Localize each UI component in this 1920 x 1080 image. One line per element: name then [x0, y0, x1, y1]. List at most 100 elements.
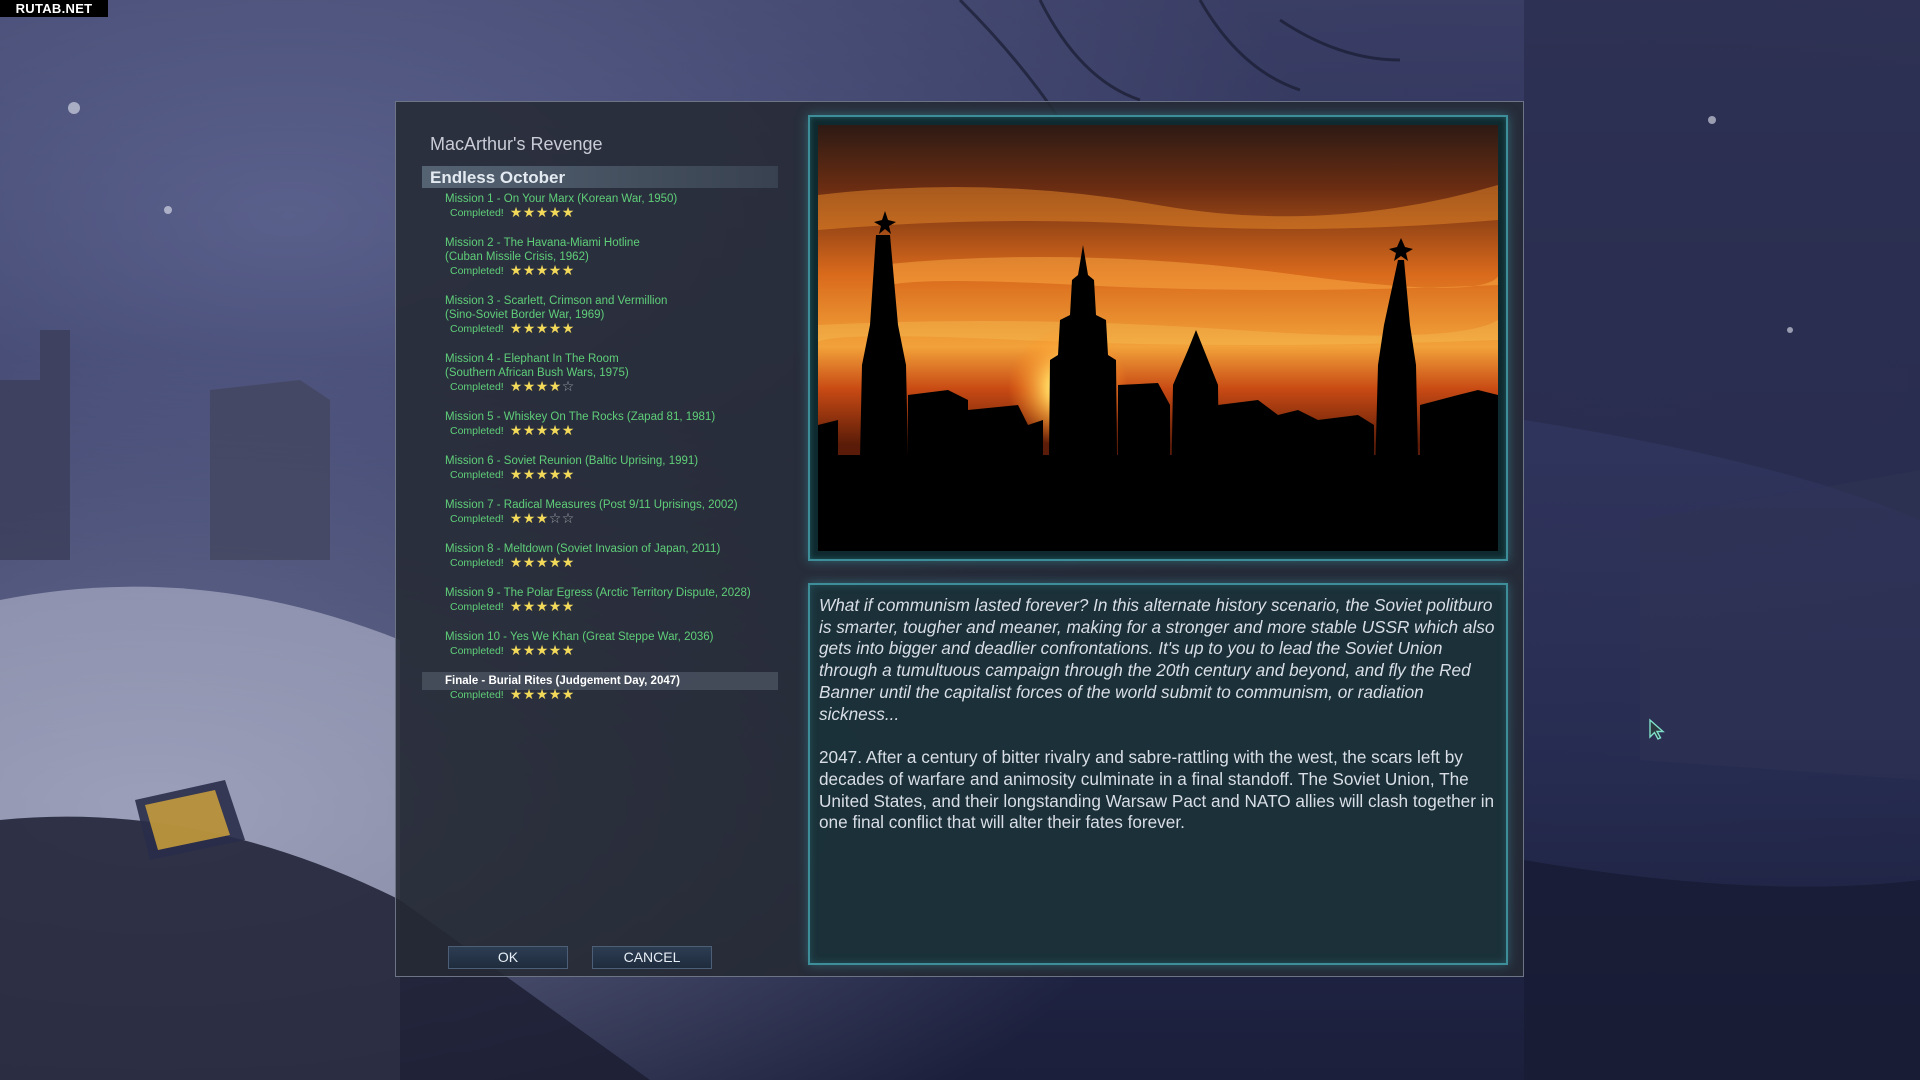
mission-status: Completed! ★ ★ ★ ★ ★ — [450, 644, 786, 658]
mission-item[interactable]: Mission 8 - Meltdown (Soviet Invasion of… — [396, 542, 786, 586]
star-filled-icon: ★ — [522, 511, 536, 527]
star-rating: ★ ★ ★ ★ ★ — [510, 424, 575, 438]
completed-label: Completed! — [450, 601, 504, 613]
mission-title: Mission 2 - The Havana-Miami Hotline (Cu… — [445, 237, 640, 263]
star-rating: ★ ★ ★ ★ ★ — [510, 206, 575, 220]
completed-label: Completed! — [450, 469, 504, 481]
mission-title: Mission 10 - Yes We Khan (Great Steppe W… — [445, 631, 714, 643]
star-filled-icon: ★ — [535, 555, 549, 571]
star-filled-icon: ★ — [522, 321, 536, 337]
star-filled-icon: ★ — [509, 205, 523, 221]
star-filled-icon: ★ — [509, 467, 523, 483]
mission-status: Completed! ★ ★ ★ ★ ★ — [450, 688, 786, 702]
star-filled-icon: ★ — [522, 599, 536, 615]
mission-item[interactable]: Mission 1 - On Your Marx (Korean War, 19… — [396, 192, 786, 236]
star-empty-icon: ☆ — [548, 511, 562, 527]
star-filled-icon: ★ — [535, 467, 549, 483]
star-empty-icon: ☆ — [561, 511, 575, 527]
watermark: RUTAB.NET — [0, 0, 108, 17]
mission-status: Completed! ★ ★ ★ ★ ★ — [450, 424, 786, 438]
star-filled-icon: ★ — [509, 263, 523, 279]
star-filled-icon: ★ — [522, 687, 536, 703]
mission-panel: MacArthur's Revenge Endless October Miss… — [396, 102, 786, 976]
mission-status: Completed! ★ ★ ★ ★ ★ — [450, 468, 786, 482]
mission-status: Completed! ★ ★ ★ ★ ★ — [450, 264, 786, 278]
mission-title: Mission 8 - Meltdown (Soviet Invasion of… — [445, 543, 721, 555]
star-filled-icon: ★ — [548, 467, 562, 483]
mission-status: Completed! ★ ★ ★ ★ ★ — [450, 556, 786, 570]
mission-item[interactable]: Mission 5 - Whiskey On The Rocks (Zapad … — [396, 410, 786, 454]
star-filled-icon: ★ — [522, 423, 536, 439]
chapter-title[interactable]: Endless October — [430, 168, 565, 188]
completed-label: Completed! — [450, 265, 504, 277]
star-filled-icon: ★ — [509, 511, 523, 527]
mission-list: Mission 1 - On Your Marx (Korean War, 19… — [396, 192, 786, 718]
cancel-button[interactable]: CANCEL — [592, 946, 712, 969]
mission-briefing-text: 2047. After a century of bitter rivalry … — [819, 747, 1495, 833]
mission-item[interactable]: Mission 3 - Scarlett, Crimson and Vermil… — [396, 294, 786, 352]
star-filled-icon: ★ — [561, 423, 575, 439]
star-filled-icon: ★ — [548, 321, 562, 337]
mission-item[interactable]: Mission 4 - Elephant In The Room (Southe… — [396, 352, 786, 410]
star-filled-icon: ★ — [535, 263, 549, 279]
star-filled-icon: ★ — [561, 555, 575, 571]
star-empty-icon: ☆ — [561, 379, 575, 395]
ok-button[interactable]: OK — [448, 946, 568, 969]
mission-status: Completed! ★ ★ ★ ★ ★ — [450, 600, 786, 614]
star-filled-icon: ★ — [509, 423, 523, 439]
star-rating: ★ ★ ★ ★ ★ — [510, 688, 575, 702]
star-rating: ★ ★ ★ ★ ★ — [510, 468, 575, 482]
mission-item[interactable]: Finale - Burial Rites (Judgement Day, 20… — [396, 672, 786, 718]
star-rating: ★ ★ ★ ★ ★ — [510, 322, 575, 336]
campaign-intro-text: What if communism lasted forever? In thi… — [819, 595, 1495, 724]
star-filled-icon: ★ — [535, 423, 549, 439]
star-filled-icon: ★ — [548, 423, 562, 439]
mission-title: Mission 5 - Whiskey On The Rocks (Zapad … — [445, 411, 716, 423]
mission-item[interactable]: Mission 6 - Soviet Reunion (Baltic Upris… — [396, 454, 786, 498]
mission-title: Finale - Burial Rites (Judgement Day, 20… — [445, 675, 680, 687]
star-filled-icon: ★ — [535, 511, 549, 527]
star-filled-icon: ★ — [522, 555, 536, 571]
star-rating: ★ ★ ★ ★ ★ — [510, 600, 575, 614]
campaign-title: MacArthur's Revenge — [430, 134, 603, 154]
mission-item[interactable]: Mission 2 - The Havana-Miami Hotline (Cu… — [396, 236, 786, 294]
completed-label: Completed! — [450, 425, 504, 437]
star-filled-icon: ★ — [509, 555, 523, 571]
star-filled-icon: ★ — [548, 205, 562, 221]
star-filled-icon: ★ — [548, 599, 562, 615]
star-filled-icon: ★ — [548, 263, 562, 279]
mission-title: Mission 9 - The Polar Egress (Arctic Ter… — [445, 587, 751, 599]
star-filled-icon: ★ — [561, 599, 575, 615]
completed-label: Completed! — [450, 645, 504, 657]
star-filled-icon: ★ — [522, 379, 536, 395]
star-filled-icon: ★ — [522, 205, 536, 221]
star-filled-icon: ★ — [509, 643, 523, 659]
star-filled-icon: ★ — [561, 467, 575, 483]
mission-title: Mission 1 - On Your Marx (Korean War, 19… — [445, 193, 678, 205]
campaign-select-dialog: MacArthur's Revenge Endless October Miss… — [395, 101, 1524, 977]
completed-label: Completed! — [450, 557, 504, 569]
mission-item[interactable]: Mission 7 - Radical Measures (Post 9/11 … — [396, 498, 786, 542]
star-filled-icon: ★ — [509, 599, 523, 615]
mission-status: Completed! ★ ★ ★ ★ ☆ — [450, 380, 786, 394]
star-filled-icon: ★ — [535, 687, 549, 703]
mission-status: Completed! ★ ★ ★ ★ ★ — [450, 322, 786, 336]
star-filled-icon: ★ — [561, 205, 575, 221]
kremlin-sunset-image — [818, 125, 1498, 551]
star-filled-icon: ★ — [509, 379, 523, 395]
mission-item[interactable]: Mission 10 - Yes We Khan (Great Steppe W… — [396, 630, 786, 674]
mission-title: Mission 3 - Scarlett, Crimson and Vermil… — [445, 295, 668, 321]
mission-item[interactable]: Mission 9 - The Polar Egress (Arctic Ter… — [396, 586, 786, 630]
completed-label: Completed! — [450, 689, 504, 701]
star-filled-icon: ★ — [535, 643, 549, 659]
completed-label: Completed! — [450, 323, 504, 335]
cursor-arrow-icon — [1649, 718, 1665, 740]
star-filled-icon: ★ — [522, 263, 536, 279]
mission-title: Mission 7 - Radical Measures (Post 9/11 … — [445, 499, 738, 511]
completed-label: Completed! — [450, 207, 504, 219]
star-filled-icon: ★ — [561, 321, 575, 337]
completed-label: Completed! — [450, 513, 504, 525]
star-rating: ★ ★ ★ ★ ★ — [510, 556, 575, 570]
star-filled-icon: ★ — [548, 687, 562, 703]
star-filled-icon: ★ — [522, 467, 536, 483]
